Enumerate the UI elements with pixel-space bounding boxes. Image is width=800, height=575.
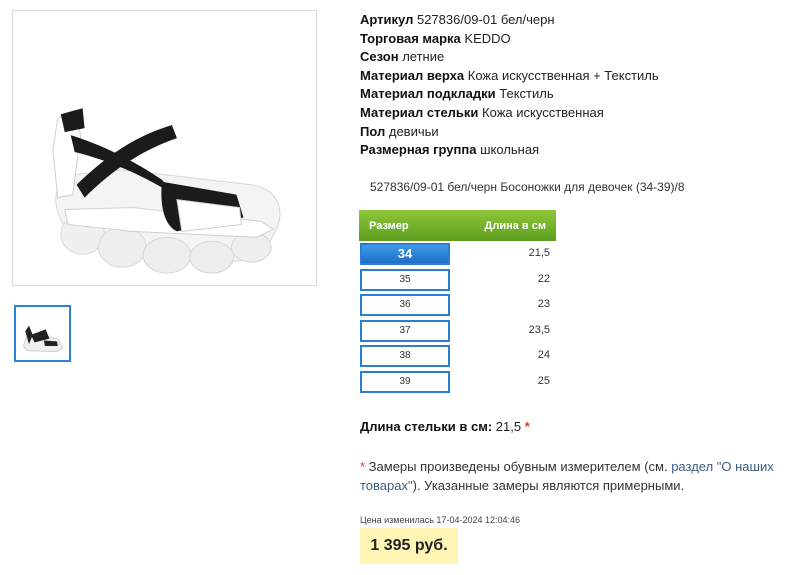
spec-value: Кожа искусственная + Текстиль: [467, 67, 659, 83]
spec-label: Размерная группа: [360, 142, 477, 158]
product-description: 527836/09-01 бел/черн Босоножки для дево…: [370, 180, 685, 194]
product-thumbnail[interactable]: [14, 305, 71, 362]
price-badge: 1 395 руб.: [360, 528, 458, 564]
spec-insole-material: Материал стельки Кожа искусственная: [360, 104, 659, 123]
size-option-35[interactable]: 35: [360, 268, 450, 291]
spec-label: Материал верха: [360, 67, 465, 83]
spec-value: KEDDO: [464, 30, 511, 46]
foot-length: 21,5: [528, 247, 550, 259]
size-row: 37 23,5: [359, 318, 556, 344]
size-option-38[interactable]: 38: [360, 345, 450, 367]
spec-label: Артикул: [360, 12, 414, 27]
spec-lining-material: Материал подкладки Текстиль: [360, 85, 659, 104]
size-option-37[interactable]: 37: [360, 319, 450, 342]
spec-value: Кожа искусственная: [482, 104, 604, 120]
spec-value: школьная: [480, 142, 540, 158]
footnote-marker: *: [524, 419, 530, 434]
price-value: 1 395 руб.: [370, 537, 448, 554]
spec-value: Текстиль: [499, 86, 554, 102]
length-column-header: Длина в см: [484, 219, 546, 232]
foot-length: 22: [537, 272, 550, 285]
size-row: 34 21,5: [359, 241, 556, 267]
size-row: 36 23: [359, 292, 556, 318]
spec-label: Материал стельки: [360, 104, 479, 120]
insole-length-label: Длина стельки в см:: [360, 419, 493, 434]
size-option-34[interactable]: 34: [360, 243, 450, 265]
size-row: 35 22: [359, 267, 556, 293]
foot-length: 25: [537, 374, 550, 387]
spec-brand: Торговая марка KEDDO: [360, 30, 659, 49]
insole-length: Длина стельки в см: 21,5 *: [360, 419, 530, 434]
product-main-image[interactable]: Keddo: [12, 10, 317, 286]
spec-label: Торговая марка: [360, 30, 461, 46]
measurement-note: * Замеры произведены обувным измерителем…: [360, 457, 780, 495]
size-option-39[interactable]: 39: [360, 370, 450, 393]
spec-label: Пол: [360, 123, 386, 139]
spec-season: Сезон летние: [360, 48, 659, 67]
spec-list: Артикул 527836/09-01 бел/черн Торговая м…: [360, 11, 659, 160]
size-row: 39 25: [359, 369, 556, 395]
spec-value: 527836/09-01 бел/черн: [416, 12, 555, 27]
size-row: 38 24: [359, 343, 556, 369]
foot-length: 24: [537, 349, 550, 361]
spec-label: Сезон: [360, 49, 399, 65]
spec-gender: Пол девичьи: [360, 123, 659, 142]
sandal-thumbnail-icon: [22, 325, 64, 353]
size-table: Размер Длина в см 34 21,5 35 22 36 23 37…: [359, 210, 556, 394]
spec-article: Артикул 527836/09-01 бел/черн: [360, 11, 659, 30]
spec-value: девичьи: [388, 123, 439, 139]
spec-value: летние: [402, 49, 445, 65]
price-changed-date: Цена изменилась 17-04-2024 12:04:46: [360, 515, 521, 525]
size-column-header: Размер: [369, 219, 409, 232]
note-text: ). Указанные замеры являются примерными.: [412, 478, 685, 493]
spec-size-group: Размерная группа школьная: [360, 141, 659, 160]
spec-upper-material: Материал верха Кожа искусственная + Текс…: [360, 67, 659, 86]
insole-length-value: 21,5: [495, 419, 522, 434]
note-text: Замеры произведены обувным измерителем (…: [365, 459, 672, 474]
spec-label: Материал подкладки: [360, 86, 496, 102]
foot-length: 23,5: [528, 323, 550, 336]
size-option-36[interactable]: 36: [360, 294, 450, 316]
size-table-header: Размер Длина в см: [359, 210, 556, 241]
foot-length: 23: [537, 298, 550, 310]
sandal-image: Keddo: [52, 108, 281, 274]
